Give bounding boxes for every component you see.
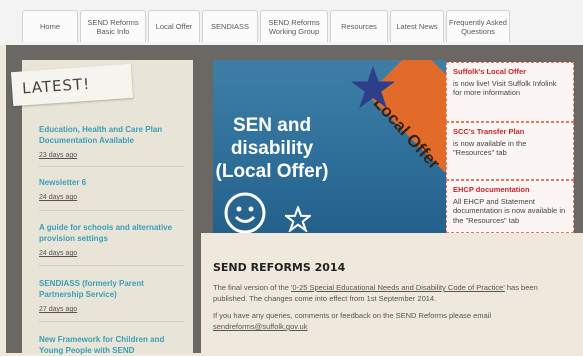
nav-send-reforms-working-group[interactable]: SEND Reforms Working Group <box>260 10 328 42</box>
news-title[interactable]: SENDIASS (formerly Parent Partnership Se… <box>39 278 189 300</box>
news-date[interactable]: 23 days ago <box>39 152 189 159</box>
info-local-offer[interactable]: Suffolk's Local Offer is now live! Visit… <box>446 62 574 122</box>
news-title[interactable]: Newsletter 6 <box>39 177 189 188</box>
info-transfer-plan[interactable]: SCC's Transfer Plan is now available in … <box>446 122 574 180</box>
news-date[interactable]: 24 days ago <box>39 250 189 257</box>
email-link[interactable]: sendreforms@suffolk.gov.uk <box>213 322 307 331</box>
section-heading: SEND REFORMS 2014 <box>213 261 346 274</box>
divider <box>39 321 184 322</box>
top-nav: Home SEND Reforms Basic Info Local Offer… <box>0 0 583 45</box>
info-panel: Suffolk's Local Offer is now live! Visit… <box>446 60 574 233</box>
main-content: SEND REFORMS 2014 The final version of t… <box>201 233 583 353</box>
news-item: A guide for schools and alternative prov… <box>39 222 189 257</box>
divider <box>39 166 184 167</box>
contact-paragraph: If you have any queries, comments or fee… <box>213 310 573 332</box>
info-ehcp-documentation[interactable]: EHCP documentation All EHCP and Statemen… <box>446 180 574 233</box>
nav-latest-news[interactable]: Latest News <box>390 10 444 42</box>
star-outline-icon <box>285 206 311 232</box>
nav-resources[interactable]: Resources <box>330 10 388 42</box>
info-title: Suffolk's Local Offer <box>453 67 527 76</box>
smiley-icon <box>224 192 266 234</box>
nav-faq[interactable]: Frequently Asked Questions <box>446 10 510 42</box>
news-item: SENDIASS (formerly Parent Partnership Se… <box>39 278 189 313</box>
news-item: Newsletter 6 24 days ago <box>39 177 189 201</box>
divider <box>39 265 184 266</box>
banner-line-1: SEN and <box>232 115 312 136</box>
news-title[interactable]: A guide for schools and alternative prov… <box>39 222 189 244</box>
nav-send-reforms-basic-info[interactable]: SEND Reforms Basic Info <box>80 10 146 42</box>
star-icon <box>350 65 396 109</box>
news-title[interactable]: Education, Health and Care Plan Document… <box>39 124 189 146</box>
text: The final version of the <box>213 283 291 292</box>
banner-line-2: disability <box>230 138 314 159</box>
reforms-paragraph: The final version of the '0-25 Special E… <box>213 282 573 304</box>
info-body: is now available in the "Resources" tab <box>453 138 527 158</box>
news-date[interactable]: 24 days ago <box>39 194 189 201</box>
info-body: All EHCP and Statement documentation is … <box>453 196 566 225</box>
banner-line-3: (Local Offer) <box>215 161 329 182</box>
nav-sendiass[interactable]: SENDIASS <box>202 10 258 42</box>
code-of-practice-link[interactable]: '0-25 Special Educational Needs and Disa… <box>291 283 505 292</box>
banner-title: SEN and disability (Local Offer) <box>213 114 331 183</box>
divider <box>39 210 184 211</box>
info-title: SCC's Transfer Plan <box>453 127 525 136</box>
news-date[interactable]: 27 days ago <box>39 306 189 313</box>
nav-home[interactable]: Home <box>22 10 78 42</box>
text: If you have any queries, comments or fee… <box>213 311 492 320</box>
nav-local-offer[interactable]: Local Offer <box>148 10 200 42</box>
info-title: EHCP documentation <box>453 185 530 194</box>
news-item: Education, Health and Care Plan Document… <box>39 124 189 159</box>
info-body: is now live! Visit Suffolk Infolink for … <box>453 78 557 98</box>
